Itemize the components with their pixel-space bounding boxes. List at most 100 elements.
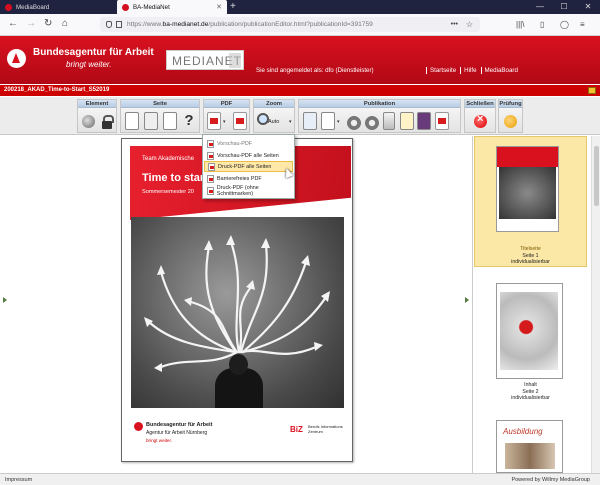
navigation-bar: ← → ↻ ⌂ https://www. ba-medianet.de/publi… (0, 14, 600, 36)
group-title: Zoom (254, 100, 294, 108)
page-info-icon[interactable] (116, 21, 122, 28)
reload-button[interactable]: ↻ (44, 19, 52, 29)
expand-right-icon[interactable] (465, 297, 469, 303)
medianet-logo: MEDIANET (166, 50, 244, 70)
publication-doc-icon[interactable] (321, 112, 335, 130)
page-edit-icon[interactable] (125, 112, 139, 130)
home-button[interactable]: ⌂ (62, 19, 68, 29)
menu-icon[interactable]: ≡ (580, 20, 585, 29)
thumbnail-page-3[interactable]: Ausbildung (496, 420, 563, 473)
menu-item-druck-pdf-alle[interactable]: Druck-PDF alle Seiten (204, 161, 293, 172)
thumbnail-page-1[interactable] (496, 146, 559, 232)
tab-ba-medianet[interactable]: BA-MediaNet ✕ (117, 0, 227, 14)
zoom-value[interactable]: Auto (268, 119, 279, 125)
group-zoom: Zoom ▾ (253, 99, 295, 133)
menu-item-druck-ohne-schnittmarken[interactable]: Druck-PDF (ohne Schnittmarken) (204, 185, 293, 197)
menu-item-label: Vorschau-PDF alle Seiten (217, 152, 279, 159)
powered-by: Powered by Willmy MediaGroup (511, 477, 590, 483)
scroll-icon[interactable] (383, 112, 395, 130)
library-icon[interactable]: |||\ (516, 20, 524, 29)
new-tab-button[interactable]: + (230, 1, 236, 12)
pdf-icon[interactable] (207, 112, 221, 130)
menu-item-vorschau-pdf-alle[interactable]: Vorschau-PDF alle Seiten (204, 150, 293, 161)
thumbnail-1-caption: Titelseite Seite 1 individualisierbar (474, 246, 587, 266)
publication-pages-icon[interactable] (303, 112, 317, 130)
pdf-dropdown-menu: Vorschau-PDF Vorschau-PDF alle Seiten Dr… (202, 134, 295, 199)
browser-tab-bar: MediaBoard BA-MediaNet ✕ + — ☐ ✕ (0, 0, 600, 14)
tab-label: MediaBoard (16, 3, 50, 11)
group-element: Element (77, 99, 117, 133)
person-head (229, 354, 248, 375)
group-title: PDF (204, 100, 249, 108)
url-prefix: https://www. (127, 21, 163, 28)
cursor-overlay-icon (229, 53, 241, 68)
caption-line: individualisierbar (511, 259, 550, 265)
link-startseite[interactable]: Startseite (426, 67, 456, 74)
help-icon[interactable]: ? (182, 112, 196, 130)
scrollbar-thumb[interactable] (594, 146, 599, 206)
page-cover-image (131, 217, 344, 408)
page-copy-icon[interactable] (144, 112, 158, 130)
page-settings-icon[interactable] (163, 112, 177, 130)
group-title: Publikation (299, 100, 460, 108)
menu-item-vorschau-pdf[interactable]: Vorschau-PDF (204, 138, 293, 149)
thumbnail-scrollbar[interactable] (591, 136, 600, 473)
tab-mediaboard[interactable]: MediaBoard (0, 0, 116, 14)
bookmark-star-icon[interactable]: ☆ (466, 20, 473, 29)
sidebar-icon[interactable]: ▯ (540, 20, 544, 29)
pdf-icon (207, 174, 214, 183)
group-title: Element (78, 100, 116, 108)
minimize-button[interactable]: — (528, 0, 552, 14)
thumb-puzzle-image (500, 292, 558, 370)
maximize-button[interactable]: ☐ (552, 0, 576, 14)
url-host: ba-medianet.de (162, 21, 209, 28)
thumbnail-page-2[interactable] (496, 283, 563, 379)
page-footer-brand: Bundesagentur für Arbeit (146, 422, 213, 428)
login-status: Sie sind angemeldet als: dfo (Dienstleis… (256, 67, 374, 74)
chevron-down-icon[interactable]: ▾ (223, 119, 226, 125)
biz-logo: BiZ (290, 425, 303, 434)
publication-pdf-icon[interactable] (435, 112, 449, 130)
back-button[interactable]: ← (8, 19, 18, 29)
menu-item-label: Druck-PDF alle Seiten (218, 163, 272, 170)
close-tab-icon[interactable]: ✕ (216, 3, 222, 11)
address-bar[interactable]: https://www. ba-medianet.de/publication/p… (100, 17, 480, 32)
pdf-export-icon[interactable] (233, 112, 247, 130)
chevron-down-icon[interactable]: ▾ (337, 119, 340, 125)
settings-gear-icon[interactable] (347, 114, 361, 132)
link-mediaboard[interactable]: MediaBoard (480, 67, 518, 74)
check-status-icon[interactable] (504, 115, 517, 128)
lock-icon[interactable] (100, 112, 114, 130)
menu-item-label: Barrierefreies PDF (217, 175, 262, 182)
brand-claim: bringt weiter. (66, 60, 112, 69)
page-semester: Sommersemester 20 (142, 189, 194, 195)
group-pdf: PDF ▾ (203, 99, 250, 133)
thumb-3-title: Ausbildung (503, 427, 543, 436)
url-path: /publication/publicationEditor.html?publ… (208, 21, 373, 28)
archive-icon[interactable] (417, 112, 431, 130)
page-actions-icon[interactable]: ••• (451, 21, 458, 28)
group-seite: Seite ? (120, 99, 200, 133)
menu-item-barrierefrei[interactable]: Barrierefreies PDF (204, 173, 293, 184)
close-window-button[interactable]: ✕ (576, 0, 600, 14)
link-hilfe[interactable]: Hilfe (460, 67, 477, 74)
thumb-image (499, 167, 556, 219)
account-icon[interactable]: ◯ (560, 20, 569, 29)
close-editor-icon[interactable] (474, 113, 487, 128)
status-bar: Impressum Powered by Willmy MediaGroup (0, 473, 600, 485)
impressum-link[interactable]: Impressum (5, 477, 32, 483)
forward-button[interactable]: → (26, 19, 36, 29)
pdf-icon (207, 139, 214, 148)
window-toggle-icon[interactable] (588, 87, 596, 94)
caption-line: individualisierbar (511, 395, 550, 401)
chevron-down-icon[interactable]: ▾ (289, 119, 292, 125)
pdf-icon (207, 151, 214, 160)
publication-title: 200218_AKAD_Time-to-Start_S52019 (4, 87, 110, 93)
gear-icon[interactable] (365, 114, 379, 132)
group-title: Prüfung (499, 100, 522, 108)
expand-left-icon[interactable] (3, 297, 7, 303)
publication-title-bar: 200218_AKAD_Time-to-Start_S52019 (0, 84, 600, 96)
notes-icon[interactable] (400, 112, 414, 130)
app-header: Bundesagentur für Arbeit bringt weiter. … (0, 36, 600, 84)
globe-icon[interactable] (82, 115, 95, 128)
